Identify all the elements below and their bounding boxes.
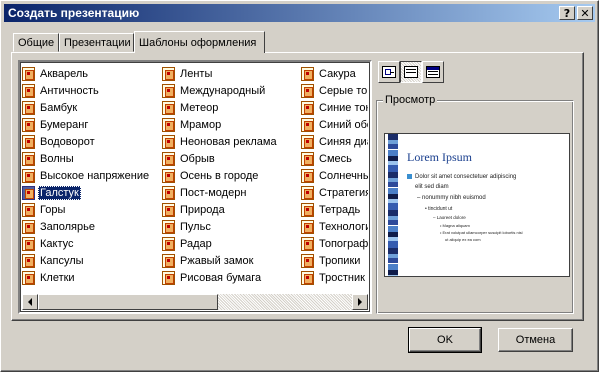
- ok-button[interactable]: OK: [408, 327, 482, 353]
- tab-panel: [11, 52, 584, 321]
- tab-presentations[interactable]: Презентации: [59, 33, 134, 52]
- cancel-button[interactable]: Отмена: [498, 328, 573, 352]
- help-button[interactable]: ?: [559, 6, 575, 20]
- tab-design-templates[interactable]: Шаблоны оформления: [134, 31, 265, 53]
- tab-general[interactable]: Общие: [13, 33, 59, 52]
- title-bar: Создать презентацию ? ✕: [4, 4, 595, 22]
- window-title: Создать презентацию: [8, 6, 140, 20]
- close-button[interactable]: ✕: [577, 6, 593, 20]
